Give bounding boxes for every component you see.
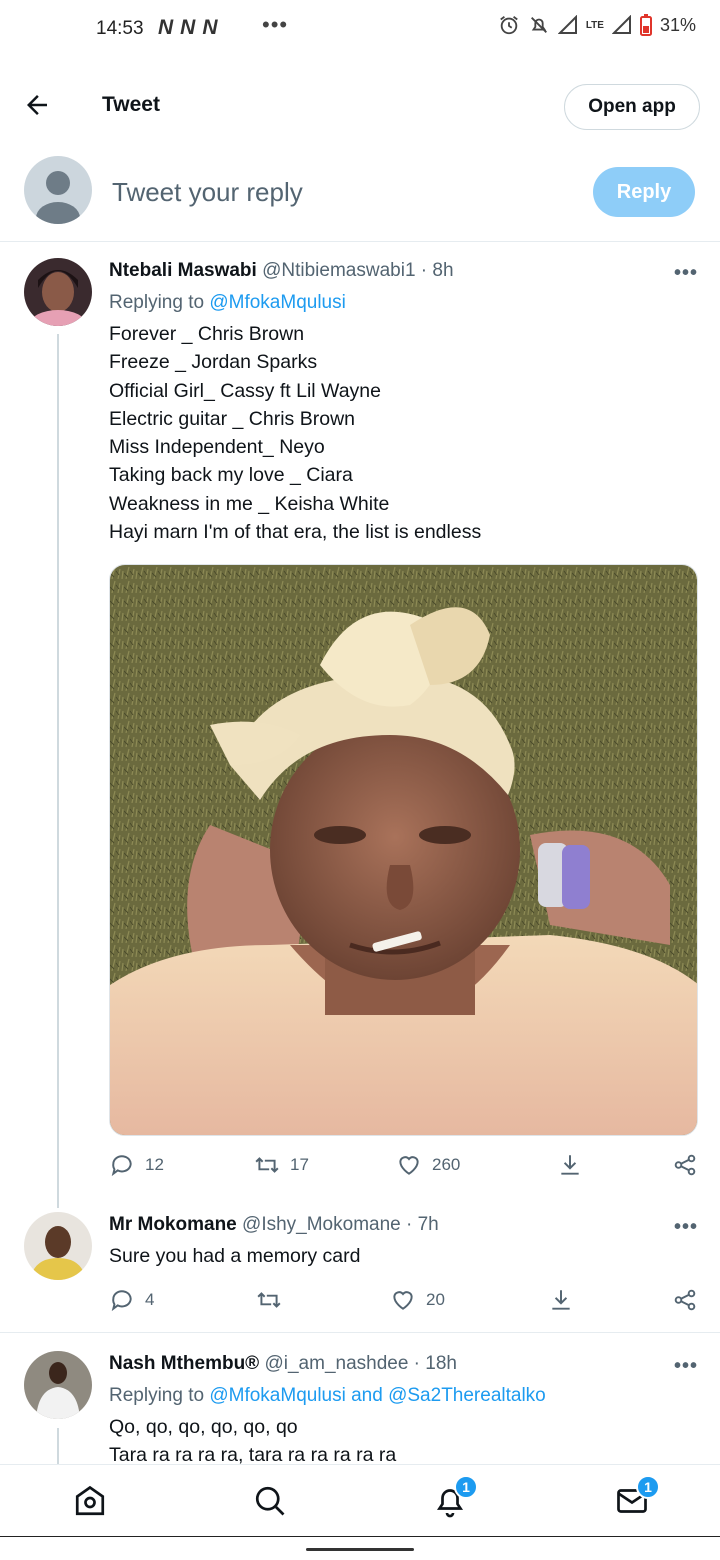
app-notification-icon: N	[202, 16, 217, 39]
text-line: Qo, qo, qo, qo, qo, qo	[109, 1416, 298, 1438]
share-action[interactable]	[672, 1287, 698, 1313]
text-line: Freeze _ Jordan Sparks	[109, 351, 318, 374]
more-options-icon[interactable]: •••	[674, 1355, 698, 1378]
mention-link[interactable]: @MfokaMqulusi	[209, 292, 346, 313]
heart-icon	[393, 1291, 413, 1310]
reply-count: 4	[145, 1290, 155, 1309]
tweet-text: Forever _ Chris Brown Freeze _ Jordan Sp…	[109, 320, 481, 546]
reply-count: 12	[145, 1155, 164, 1174]
retweet-action[interactable]	[256, 1287, 282, 1313]
home-tab[interactable]	[72, 1483, 108, 1519]
battery-percent: 31%	[659, 14, 696, 35]
text-line: Taking back my love _ Ciara	[109, 464, 353, 487]
handle-time: @Ntibiemaswabi1 · 8h	[262, 260, 454, 281]
top-app-bar: Tweet Open app	[0, 66, 720, 146]
reply-icon	[111, 1155, 132, 1177]
signal-icon-2	[611, 15, 631, 34]
signal-icon	[557, 15, 577, 34]
text-line: Official Girl_ Cassy ft Lil Wayne	[109, 379, 381, 402]
open-app-button[interactable]: Open app	[564, 84, 700, 130]
save-action[interactable]	[557, 1152, 583, 1178]
reply-input[interactable]: Tweet your reply	[112, 177, 303, 208]
tweet-text: Sure you had a memory card	[109, 1242, 360, 1270]
app-notification-icon: N	[158, 16, 173, 39]
reply-button[interactable]: Reply	[593, 167, 695, 217]
text-line: Hayi marn I'm of that era, the list is e…	[109, 521, 482, 544]
text-line: Sure you had a memory card	[109, 1245, 361, 1267]
tweet-actions: 12 17 260	[0, 1152, 720, 1182]
page-title: Tweet	[102, 93, 160, 116]
gesture-handle[interactable]	[306, 1548, 414, 1551]
display-name[interactable]: Ntebali Maswabi	[109, 260, 257, 281]
download-icon	[561, 1155, 579, 1175]
more-options-icon[interactable]: •••	[674, 262, 698, 285]
divider	[0, 1332, 720, 1333]
share-icon	[674, 1154, 696, 1176]
retweet-action[interactable]: 17	[254, 1152, 309, 1178]
reply-action[interactable]: 12	[109, 1152, 164, 1178]
search-tab[interactable]	[252, 1483, 288, 1519]
notifications-tab[interactable]: 1	[432, 1475, 478, 1519]
share-icon	[674, 1289, 696, 1311]
avatar[interactable]	[24, 1212, 92, 1280]
search-icon	[255, 1486, 285, 1516]
like-count: 260	[432, 1155, 461, 1174]
home-icon	[75, 1485, 105, 1516]
replying-to: Replying to @MfokaMqulusi and @Sa2Therea…	[109, 1385, 546, 1407]
tweet-text: Qo, qo, qo, qo, qo, qo Tara ra ra ra ra,…	[109, 1413, 396, 1470]
like-action[interactable]: 260	[396, 1152, 460, 1178]
messages-badge: 1	[636, 1475, 660, 1499]
replying-to: Replying to @MfokaMqulusi	[109, 292, 346, 314]
download-icon	[552, 1290, 570, 1310]
share-action[interactable]	[672, 1152, 698, 1178]
like-action[interactable]: 20	[390, 1287, 445, 1313]
replying-prefix: Replying to	[109, 292, 205, 313]
alarm-icon	[500, 16, 518, 35]
system-gesture-bar	[0, 1536, 720, 1560]
more-notifications-icon: •••	[262, 12, 289, 37]
display-name[interactable]: Nash Mthembu®	[109, 1353, 259, 1374]
handle-time: @i_am_nashdee · 18h	[264, 1353, 457, 1374]
text-line: Electric guitar _ Chris Brown	[109, 407, 355, 430]
tweet-header: Ntebali Maswabi @Ntibiemaswabi1 · 8h	[109, 260, 454, 282]
thread-line	[57, 334, 59, 1208]
mention-link[interactable]: @MfokaMqulusi and @Sa2Therealtalko	[209, 1385, 545, 1406]
text-line: Forever _ Chris Brown	[109, 323, 305, 345]
handle-time: @Ishy_Mokomane · 7h	[242, 1214, 439, 1235]
messages-tab[interactable]: 1	[614, 1475, 660, 1519]
status-right: LTE 31%	[498, 14, 696, 36]
save-action[interactable]	[548, 1287, 574, 1313]
display-name[interactable]: Mr Mokomane	[109, 1214, 237, 1235]
app-notification-icon: N	[180, 16, 195, 39]
user-avatar	[24, 156, 92, 224]
tweet-header: Mr Mokomane @Ishy_Mokomane · 7h	[109, 1214, 439, 1236]
replying-prefix: Replying to	[109, 1385, 205, 1406]
reply-composer: Tweet your reply Reply	[0, 146, 720, 242]
notifications-badge: 1	[454, 1475, 478, 1499]
tweet-header: Nash Mthembu® @i_am_nashdee · 18h	[109, 1353, 457, 1375]
mute-icon	[530, 17, 547, 33]
avatar[interactable]	[24, 1351, 92, 1419]
back-arrow-icon[interactable]	[22, 90, 52, 120]
lte-label: LTE	[585, 19, 604, 31]
status-bar: 14:53 N N N ••• LTE 31%	[0, 0, 720, 60]
retweet-icon	[257, 1292, 281, 1308]
heart-icon	[399, 1156, 419, 1175]
reply-action[interactable]: 4	[109, 1287, 154, 1313]
more-options-icon[interactable]: •••	[674, 1216, 698, 1239]
bottom-nav: 1 1	[0, 1464, 720, 1536]
avatar[interactable]	[24, 258, 92, 326]
battery-low-icon	[639, 14, 652, 36]
retweet-icon	[255, 1157, 279, 1173]
reply-icon	[111, 1290, 132, 1312]
tweet-photo[interactable]	[109, 564, 698, 1136]
thread-line	[57, 1428, 59, 1464]
retweet-count: 17	[290, 1155, 309, 1174]
text-line: Miss Independent_ Neyo	[109, 436, 325, 459]
text-line: Weakness in me _ Keisha White	[109, 492, 390, 515]
tweet-actions: 4 20	[0, 1287, 720, 1317]
status-time: 14:53	[96, 18, 144, 39]
notification-icons: N N N	[158, 16, 218, 40]
like-count: 20	[426, 1290, 445, 1309]
